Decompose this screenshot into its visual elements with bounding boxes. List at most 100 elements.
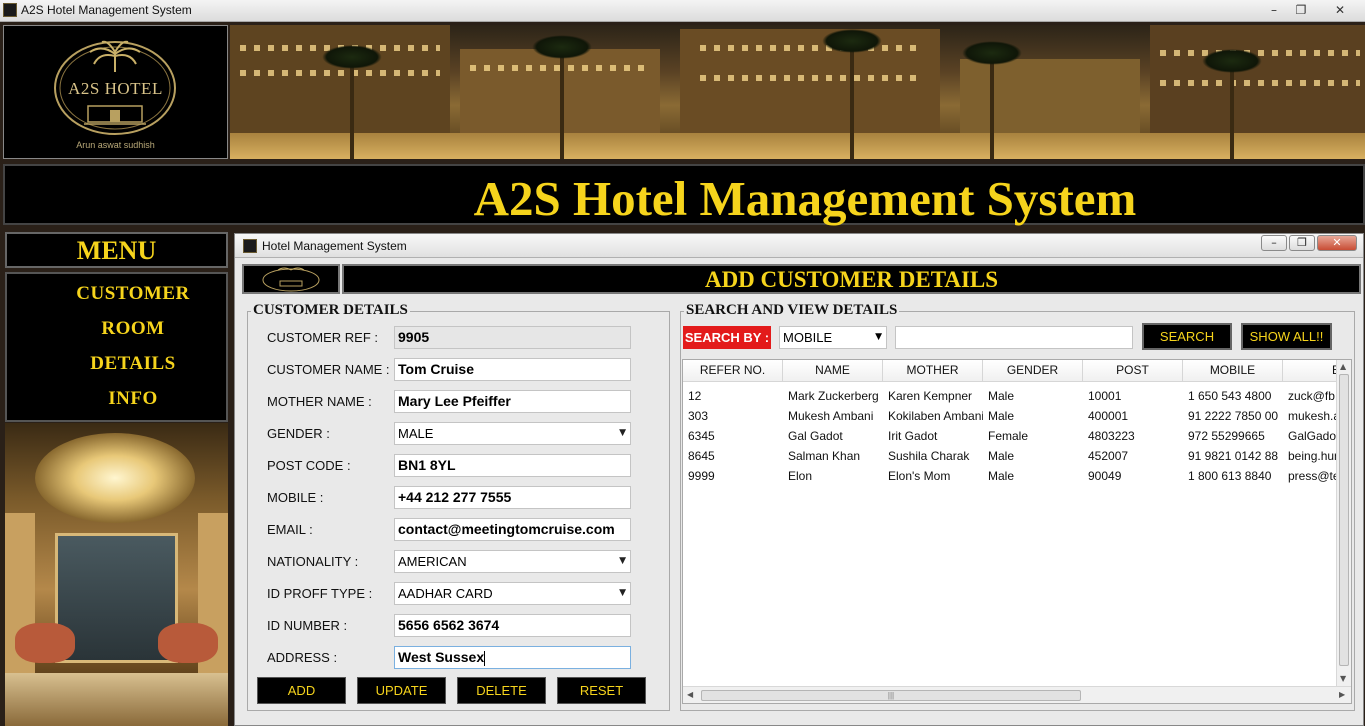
table-cell-gender: Male	[988, 409, 1015, 423]
table-cell-post: 452007	[1088, 449, 1129, 463]
scroll-right-icon[interactable]: ▶	[1339, 690, 1345, 699]
column-header-refer-no[interactable]: REFER NO.	[683, 360, 783, 382]
logo-name: A2S HOTEL	[68, 79, 163, 98]
app-icon	[3, 3, 17, 17]
add-button[interactable]: ADD	[257, 677, 346, 704]
search-by-value: MOBILE	[783, 330, 833, 345]
chevron-down-icon[interactable]: ▼	[619, 583, 626, 604]
vertical-scroll-thumb[interactable]	[1339, 374, 1349, 666]
menu-title: MENU	[76, 236, 157, 265]
nationality-value: AMERICAN	[398, 554, 467, 569]
menu-item-customer[interactable]: CUSTOMER	[7, 283, 259, 305]
page-title: A2S Hotel Management System	[473, 171, 1137, 226]
column-header-mother[interactable]: MOTHER	[883, 360, 983, 382]
menu-list: CUSTOMER ROOM DETAILS INFO	[5, 272, 228, 422]
reset-button[interactable]: RESET	[557, 677, 646, 704]
table-cell-mother: Sushila Charak	[888, 449, 970, 463]
column-header-name[interactable]: NAME	[783, 360, 883, 382]
table-cell-mother: Elon's Mom	[888, 469, 951, 483]
search-by-select[interactable]: MOBILE ▼	[779, 326, 887, 349]
table-cell-gender: Male	[988, 469, 1015, 483]
vertical-scrollbar[interactable]: ▲ ▼	[1336, 360, 1351, 686]
table-cell-gender: Male	[988, 389, 1015, 403]
table-row[interactable]: 9999 Elon Elon's Mom Male 90049 1 800 613 884…	[683, 466, 1348, 486]
column-header-post[interactable]: POST	[1083, 360, 1183, 382]
scroll-up-icon[interactable]: ▲	[1340, 362, 1346, 371]
customer-name-label: CUSTOMER NAME :	[267, 362, 390, 377]
id-proof-type-value: AADHAR CARD	[398, 586, 493, 601]
horizontal-scroll-thumb[interactable]: |||	[701, 690, 1081, 701]
address-value: West Sussex	[398, 649, 485, 665]
nationality-select[interactable]: AMERICAN ▼	[394, 550, 631, 573]
hotel-logo: A2S HOTEL Arun aswat sudhish	[3, 25, 228, 159]
customer-details-panel: CUSTOMER DETAILS CUSTOMER REF : 9905 CUS…	[247, 302, 670, 711]
address-field[interactable]: West Sussex	[394, 646, 631, 669]
menu-item-room[interactable]: ROOM	[7, 318, 259, 340]
inner-minimize-button[interactable]: –	[1261, 235, 1287, 251]
horizontal-scrollbar[interactable]: ◀ ||| ▶	[683, 686, 1351, 703]
email-field[interactable]: contact@meetingtomcruise.com	[394, 518, 631, 541]
table-cell-gender: Female	[988, 429, 1029, 443]
delete-button[interactable]: DELETE	[457, 677, 546, 704]
table-cell-post: 10001	[1088, 389, 1122, 403]
customer-window: Hotel Management System – ❐ ✕ ADD CUSTOM…	[234, 233, 1364, 726]
show-all-button[interactable]: SHOW ALL!!	[1241, 323, 1332, 350]
form-heading-bar: ADD CUSTOMER DETAILS	[342, 264, 1361, 294]
customer-ref-label: CUSTOMER REF :	[267, 330, 378, 345]
customer-name-field[interactable]: Tom Cruise	[394, 358, 631, 381]
minimize-button[interactable]: –	[1262, 1, 1286, 19]
close-button[interactable]: ✕	[1328, 1, 1352, 19]
window-titlebar: A2S Hotel Management System – ❐ ✕	[0, 0, 1365, 22]
gender-label: GENDER :	[267, 426, 330, 441]
mother-name-label: MOTHER NAME :	[267, 394, 372, 409]
table-row[interactable]: 12 Mark Zuckerberg Karen Kempner Male 10001 1…	[683, 386, 1348, 406]
table-cell-refer-no: 303	[688, 409, 709, 423]
table-cell-post: 4803223	[1088, 429, 1135, 443]
column-header-mobile[interactable]: MOBILE	[1183, 360, 1283, 382]
update-button[interactable]: UPDATE	[357, 677, 446, 704]
inner-app-icon	[243, 239, 257, 253]
id-proof-type-label: ID PROFF TYPE :	[267, 586, 373, 601]
email-label: EMAIL :	[267, 522, 313, 537]
table-cell-mother: Irit Gadot	[888, 429, 938, 443]
table-row[interactable]: 6345 Gal Gadot Irit Gadot Female 4803223 972 …	[683, 426, 1339, 446]
table-cell-name: Salman Khan	[788, 449, 861, 463]
search-button[interactable]: SEARCH	[1142, 323, 1232, 350]
nationality-label: NATIONALITY :	[267, 554, 359, 569]
id-proof-type-select[interactable]: AADHAR CARD ▼	[394, 582, 631, 605]
table-cell-name: Gal Gadot	[788, 429, 843, 443]
small-hotel-logo	[242, 264, 340, 294]
mobile-label: MOBILE :	[267, 490, 324, 505]
inner-maximize-button[interactable]: ❐	[1289, 235, 1315, 251]
menu-item-info[interactable]: INFO	[7, 388, 259, 410]
table-cell-gender: Male	[988, 449, 1015, 463]
id-number-field[interactable]: 5656 6562 3674	[394, 614, 631, 637]
menu-item-details[interactable]: DETAILS	[7, 353, 259, 375]
chevron-down-icon[interactable]: ▼	[619, 551, 626, 572]
inner-close-button[interactable]: ✕	[1317, 235, 1357, 251]
scroll-down-icon[interactable]: ▼	[1340, 674, 1346, 683]
header-bar: A2S Hotel Management System	[3, 164, 1365, 226]
column-header-gender[interactable]: GENDER	[983, 360, 1083, 382]
table-cell-mobile: 91 9821 0142 88	[1188, 449, 1279, 463]
mother-name-field[interactable]: Mary Lee Pfeiffer	[394, 390, 631, 413]
table-cell-mobile: 972 55299665	[1188, 429, 1265, 443]
inner-titlebar: Hotel Management System – ❐ ✕	[235, 234, 1363, 258]
table-cell-refer-no: 12	[688, 389, 702, 403]
mobile-field[interactable]: +44 212 277 7555	[394, 486, 631, 509]
table-cell-refer-no: 6345	[688, 429, 715, 443]
chevron-down-icon[interactable]: ▼	[619, 423, 626, 444]
table-cell-name: Elon	[788, 469, 813, 483]
table-cell-refer-no: 8645	[688, 449, 715, 463]
table-row[interactable]: 303 Mukesh Ambani Kokilaben Ambani Male 4000…	[683, 406, 1348, 426]
lobby-image	[5, 423, 228, 726]
maximize-button[interactable]: ❐	[1289, 1, 1313, 19]
post-code-field[interactable]: BN1 8YL	[394, 454, 631, 477]
table-row[interactable]: 8645 Salman Khan Sushila Charak Male 452007 9…	[683, 446, 1348, 466]
chevron-down-icon[interactable]: ▼	[875, 327, 882, 348]
customer-ref-field[interactable]: 9905	[394, 326, 631, 349]
gender-select[interactable]: MALE ▼	[394, 422, 631, 445]
search-input[interactable]	[895, 326, 1133, 349]
scroll-left-icon[interactable]: ◀	[687, 690, 693, 699]
form-heading: ADD CUSTOMER DETAILS	[704, 267, 999, 292]
